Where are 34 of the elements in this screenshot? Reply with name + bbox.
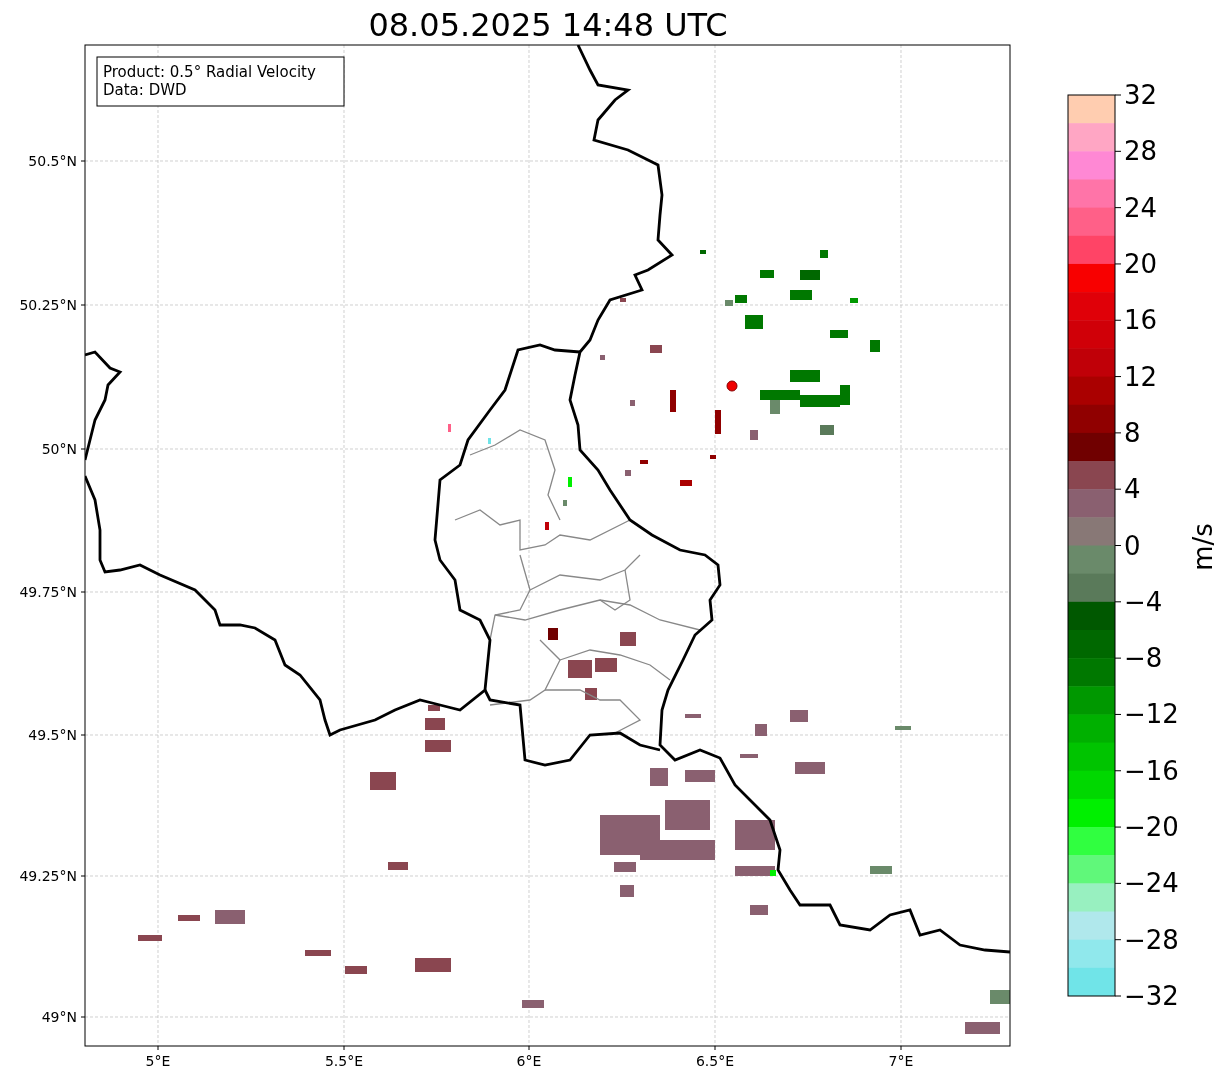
colorbar-tick: −8 [1114, 643, 1163, 674]
legend-text: Product: 0.5° Radial Velocity [103, 63, 316, 81]
latitude-label: 49°N [41, 1009, 77, 1025]
colorbar-tick: −20 [1114, 812, 1179, 843]
colorbar-tick: 28 [1114, 136, 1158, 167]
latitude-label: 49.25°N [19, 868, 77, 884]
legend-text: Data: DWD [103, 81, 187, 99]
colorbar-tick: −24 [1114, 868, 1179, 899]
colorbar-tick: 32 [1114, 80, 1158, 110]
colorbar-tick: 4 [1114, 474, 1141, 505]
colorbar-tick: −28 [1114, 924, 1179, 955]
colorbar-unit-label: m/s [1188, 523, 1218, 571]
latitude-label: 50.25°N [19, 297, 77, 313]
longitude-label: 5.5°E [324, 1053, 364, 1069]
latitude-label: 49.5°N [28, 727, 77, 743]
longitude-label: 5°E [145, 1053, 171, 1069]
colorbar-tick: 0 [1114, 530, 1141, 561]
colorbar-tick: 16 [1114, 305, 1158, 336]
longitude-label: 6°E [516, 1053, 542, 1069]
chart-title: 08.05.2025 14:48 UTC [368, 6, 728, 44]
colorbar-tick: 20 [1114, 248, 1158, 279]
radar-site-marker [726, 380, 738, 392]
colorbar-tick: −4 [1114, 586, 1163, 617]
colorbar-tick: −12 [1114, 699, 1179, 730]
latitude-label: 50°N [41, 441, 77, 457]
longitude-label: 6.5°E [695, 1053, 735, 1069]
colorbar-tick: 24 [1114, 192, 1158, 223]
longitude-label: 7°E [888, 1053, 914, 1069]
latitude-label: 49.75°N [19, 584, 77, 600]
colorbar-tick: 8 [1114, 417, 1141, 448]
colorbar-tick: 12 [1114, 361, 1158, 392]
latitude-label: 50.5°N [28, 153, 77, 169]
colorbar-tick: −16 [1114, 755, 1179, 786]
colorbar-tick: −32 [1114, 981, 1179, 1011]
